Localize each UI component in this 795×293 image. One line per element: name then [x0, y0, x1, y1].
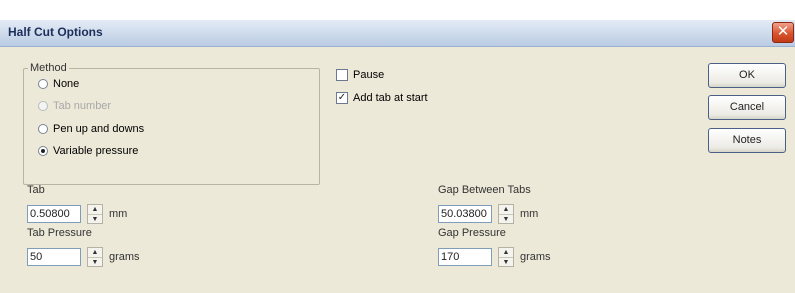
gap-between-tabs-input[interactable] — [438, 205, 492, 223]
method-legend: Method — [30, 62, 67, 74]
radio-pen-up-and-downs[interactable]: Pen up and downs — [38, 121, 144, 137]
radio-tab-number-label: Tab number — [53, 100, 112, 112]
tab-pressure-unit: grams — [109, 251, 140, 263]
tab-pressure-label: Tab Pressure — [27, 227, 92, 239]
add-tab-label: Add tab at start — [353, 92, 428, 104]
radio-button-icon — [38, 101, 48, 111]
gap-pressure-unit: grams — [520, 251, 551, 263]
gap-pressure-label: Gap Pressure — [438, 227, 506, 239]
spin-up-icon[interactable]: ▲ — [499, 205, 513, 215]
radio-button-icon[interactable] — [38, 79, 48, 89]
dialog-title: Half Cut Options — [8, 25, 103, 39]
gap-between-tabs-spinbox: ▲ ▼ mm — [438, 203, 538, 225]
spin-up-icon[interactable]: ▲ — [499, 248, 513, 258]
pause-checkbox[interactable] — [336, 69, 348, 81]
spin-up-icon[interactable]: ▲ — [88, 248, 102, 258]
gap-pressure-spin-buttons[interactable]: ▲ ▼ — [498, 247, 514, 267]
tab-spin-buttons[interactable]: ▲ ▼ — [87, 204, 103, 224]
close-button[interactable]: ✕ — [772, 22, 794, 43]
add-tab-checkbox[interactable]: ✓ — [336, 92, 348, 104]
pause-label: Pause — [353, 69, 385, 81]
tab-spinbox: ▲ ▼ mm — [27, 203, 127, 225]
gap-between-tabs-spin-buttons[interactable]: ▲ ▼ — [498, 204, 514, 224]
radio-variable-pressure-label: Variable pressure — [53, 145, 139, 157]
ok-button[interactable]: OK — [708, 63, 786, 88]
half-cut-options-dialog: Half Cut Options ✕ Method None Tab numbe… — [0, 20, 795, 293]
spin-up-icon[interactable]: ▲ — [88, 205, 102, 215]
tab-pressure-spinbox: ▲ ▼ grams — [27, 246, 140, 268]
radio-tab-number: Tab number — [38, 98, 111, 114]
cancel-button[interactable]: Cancel — [708, 95, 786, 120]
radio-pen-up-label: Pen up and downs — [53, 123, 145, 135]
spin-down-icon[interactable]: ▼ — [88, 215, 102, 224]
method-groupbox: Method None Tab number Pen up and downs … — [23, 62, 320, 185]
gap-between-tabs-unit: mm — [520, 208, 539, 220]
tab-unit: mm — [109, 208, 128, 220]
pause-checkbox-row[interactable]: Pause — [336, 67, 384, 83]
notes-button[interactable]: Notes — [708, 128, 786, 153]
gap-pressure-input[interactable] — [438, 248, 492, 266]
radio-none-label: None — [53, 78, 80, 90]
radio-button-icon[interactable] — [38, 124, 48, 134]
tab-input[interactable] — [27, 205, 81, 223]
spin-down-icon[interactable]: ▼ — [499, 258, 513, 267]
close-icon: ✕ — [776, 23, 790, 40]
radio-none[interactable]: None — [38, 76, 79, 92]
tab-pressure-input[interactable] — [27, 248, 81, 266]
spin-down-icon[interactable]: ▼ — [499, 215, 513, 224]
gap-pressure-spinbox: ▲ ▼ grams — [438, 246, 551, 268]
radio-button-selected-icon[interactable] — [38, 146, 48, 156]
title-bar[interactable]: Half Cut Options ✕ — [0, 20, 795, 47]
checkmark-icon: ✓ — [337, 92, 347, 103]
tab-label: Tab — [27, 184, 45, 196]
radio-variable-pressure[interactable]: Variable pressure — [38, 143, 138, 159]
gap-between-tabs-label: Gap Between Tabs — [438, 184, 531, 196]
spin-down-icon[interactable]: ▼ — [88, 258, 102, 267]
add-tab-checkbox-row[interactable]: ✓ Add tab at start — [336, 90, 428, 106]
tab-pressure-spin-buttons[interactable]: ▲ ▼ — [87, 247, 103, 267]
